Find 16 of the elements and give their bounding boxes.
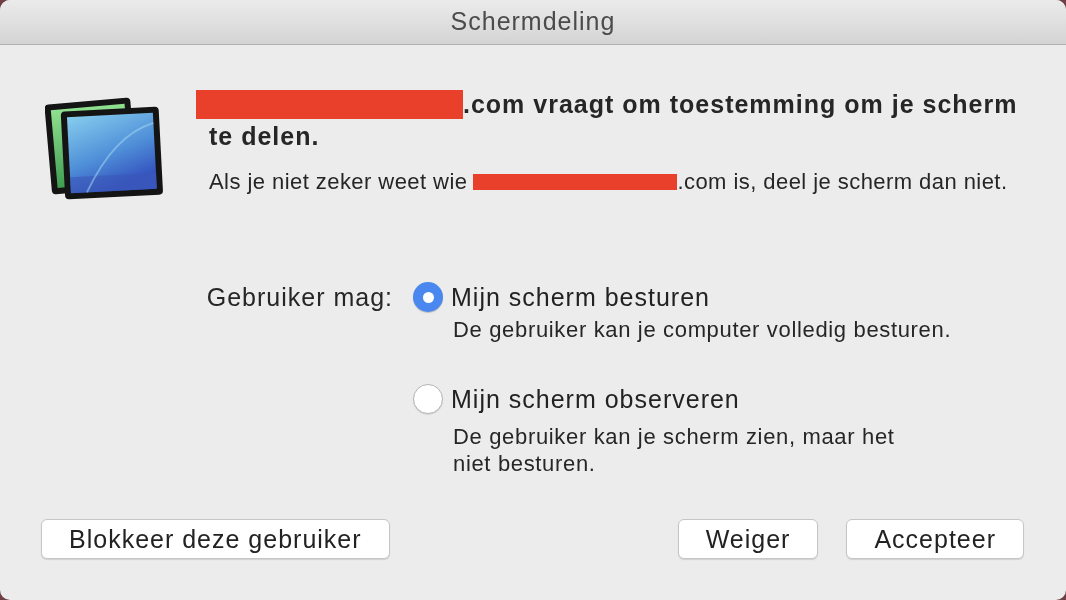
request-heading: .com vraagt om toestemming om je scherm: [463, 89, 1018, 120]
screens-icon: [45, 95, 165, 202]
warning-text: Als je niet zeker weet wie: [209, 169, 468, 195]
request-heading: te delen.: [209, 121, 320, 152]
option-description: De gebruiker kan je scherm zien, maar het niet besturen.: [453, 423, 896, 477]
option-description: De gebruiker kan je computer volledig besturen.: [453, 318, 952, 342]
option-label[interactable]: Mijn scherm besturen: [451, 282, 710, 312]
radio-button[interactable]: [413, 282, 443, 312]
dialog-button[interactable]: Accepteer: [846, 519, 1024, 559]
permission-label: Gebruiker mag:: [206, 282, 393, 312]
dialog-button[interactable]: Weiger: [677, 519, 819, 559]
radio-button[interactable]: [413, 384, 443, 414]
window-title: Schermdeling: [450, 6, 616, 38]
dialog-button[interactable]: Blokkeer deze gebruiker: [41, 519, 390, 559]
option-label[interactable]: Mijn scherm observeren: [451, 384, 740, 414]
warning-text: .com is, deel je scherm dan niet.: [677, 169, 1008, 195]
